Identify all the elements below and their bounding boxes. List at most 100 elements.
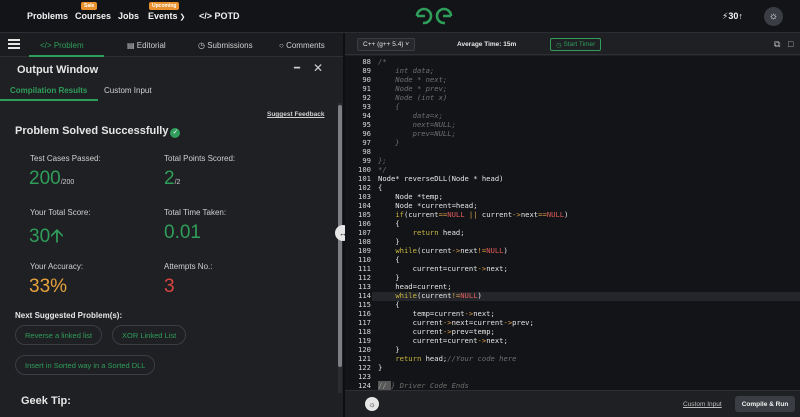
solved-status: Problem Solved Successfully ✓: [15, 125, 181, 138]
suggestion-chip[interactable]: Reverse a linked list: [15, 325, 103, 345]
line-number: 100: [358, 165, 371, 174]
streak-counter[interactable]: ⚡30↑: [722, 11, 743, 22]
code-line: /*: [378, 57, 387, 66]
line-number: 124: [358, 381, 371, 390]
code-icon: </>: [199, 11, 213, 21]
code-editor[interactable]: 88 89 90 91 92 93 94 95 96 97 98 99 100 101 102 103 104 1…: [345, 56, 800, 390]
suggestion-chip[interactable]: Insert in Sorted way in a Sorted DLL: [15, 355, 156, 375]
line-number: 97: [362, 138, 371, 147]
top-nav: Problems Courses Sale Jobs Events ❯ Upcom…: [0, 0, 800, 33]
courses-sale-badge: Sale: [81, 2, 98, 10]
average-time: Average Time: 15m: [457, 41, 517, 48]
line-number: 111: [358, 264, 371, 273]
tab-problem[interactable]: </> Problem: [40, 41, 84, 50]
tab-editorial[interactable]: ▤ Editorial: [127, 41, 166, 50]
compile-run-button[interactable]: Compile & Run: [735, 396, 795, 412]
language-select[interactable]: C++ (g++ 5.4) ˅: [357, 38, 416, 51]
problem-tabbar: </> Problem ▤ Editorial ◷ Submissions ○ …: [0, 33, 343, 57]
code-line: while(current->next!=NULL): [395, 246, 508, 255]
nav-events-label: Events: [148, 11, 178, 21]
nav-jobs[interactable]: Jobs: [118, 11, 139, 21]
streak-value: 30: [728, 11, 739, 21]
tab-comments-label: Comments: [286, 41, 325, 50]
chevron-down-icon: ˅: [405, 41, 410, 48]
code-line: // } Driver Code Ends: [378, 381, 469, 390]
arrow-up-icon: 🡩: [50, 226, 64, 247]
code-line: */: [378, 165, 387, 174]
code-line: return head;: [412, 228, 465, 237]
custom-input-link[interactable]: Custom Input: [683, 401, 722, 408]
tab-custom-input[interactable]: Custom Input: [104, 86, 152, 95]
code-line: {: [378, 300, 400, 309]
suggestion-chip[interactable]: XOR Linked List: [112, 325, 187, 345]
code-line: prev=NULL;: [378, 129, 456, 138]
theme-toggle-button[interactable]: ☼: [764, 7, 783, 26]
sun-icon: ☼: [768, 11, 779, 22]
line-number: 90: [362, 75, 371, 84]
code-line: current->prev=temp;: [378, 327, 495, 336]
code-line: current->next=current->prev;: [378, 318, 534, 327]
editor-panel: C++ (g++ 5.4) ˅ Average Time: 15m ◷ Star…: [345, 33, 800, 417]
time-taken-value: 0.01: [164, 222, 201, 243]
suggest-feedback-link[interactable]: Suggest Feedback: [267, 111, 324, 118]
nav-courses[interactable]: Courses: [75, 11, 111, 21]
nav-problems[interactable]: Problems: [27, 11, 68, 21]
code-line: }: [378, 138, 400, 147]
code-line: Node *temp;: [378, 192, 443, 201]
tab-compilation-results[interactable]: Compilation Results: [10, 86, 87, 95]
line-number: 109: [358, 246, 371, 255]
line-number: 122: [358, 363, 371, 372]
test-cases-total: /200: [60, 179, 75, 186]
line-number: 95: [362, 120, 371, 129]
nav-potd[interactable]: </> POTD: [199, 11, 240, 21]
tab-submissions[interactable]: ◷ Submissions: [198, 41, 253, 50]
fullscreen-icon[interactable]: □: [788, 39, 793, 49]
language-value: C++ (g++ 5.4): [363, 41, 404, 48]
start-timer-button[interactable]: ◷ Start Timer: [550, 38, 602, 51]
line-number: 119: [358, 336, 371, 345]
solved-text: Problem Solved Successfully: [15, 125, 169, 137]
total-score-label: Your Total Score:: [30, 208, 91, 217]
gfg-logo[interactable]: [414, 6, 454, 26]
line-number: 92: [362, 93, 371, 102]
code-icon: </>: [40, 41, 52, 50]
line-number: 117: [358, 318, 371, 327]
code-line: {: [378, 102, 400, 111]
arrow-up-icon: ↑: [738, 11, 743, 21]
book-icon: ▤: [127, 41, 135, 50]
tab-editorial-label: Editorial: [136, 41, 166, 50]
start-timer-label: Start Timer: [563, 41, 596, 48]
nav-events[interactable]: Events ❯: [148, 11, 185, 21]
code-line: next=NULL;: [378, 120, 456, 129]
points-total: /2: [174, 179, 181, 186]
minimize-icon[interactable]: ━: [294, 63, 300, 74]
line-number: 104: [358, 201, 371, 210]
code-line: temp=current->next;: [378, 309, 495, 318]
left-panel: </> Problem ▤ Editorial ◷ Submissions ○ …: [0, 33, 343, 417]
line-number: 116: [358, 309, 371, 318]
lightbulb-icon[interactable]: ☼: [365, 397, 379, 411]
line-number: 96: [362, 129, 371, 138]
chevron-down-icon: ❯: [179, 14, 186, 21]
code-line: current=current->next;: [378, 336, 508, 345]
timer-icon: ◷: [556, 41, 562, 49]
line-number: 105: [358, 210, 371, 219]
points-scored: 2: [164, 168, 175, 189]
line-number: 98: [362, 147, 371, 156]
line-number: 106: [358, 219, 371, 228]
menu-icon[interactable]: [8, 39, 20, 49]
code-line: {: [378, 183, 383, 192]
geek-tip-heading: Geek Tip:: [21, 395, 71, 407]
tab-comments[interactable]: ○ Comments: [279, 41, 325, 50]
code-line: data=x;: [378, 111, 443, 120]
time-taken-label: Total Time Taken:: [164, 208, 227, 217]
line-number: 112: [358, 273, 371, 282]
comment-icon: ○: [279, 41, 284, 50]
code-line: }: [378, 237, 400, 246]
code-line: };: [378, 156, 387, 165]
close-icon[interactable]: ✕: [313, 61, 323, 75]
line-number: 118: [358, 327, 371, 336]
accuracy-label: Your Accuracy:: [30, 262, 84, 271]
copy-icon[interactable]: ⧉: [774, 39, 780, 50]
tab-problem-label: Problem: [53, 41, 84, 50]
